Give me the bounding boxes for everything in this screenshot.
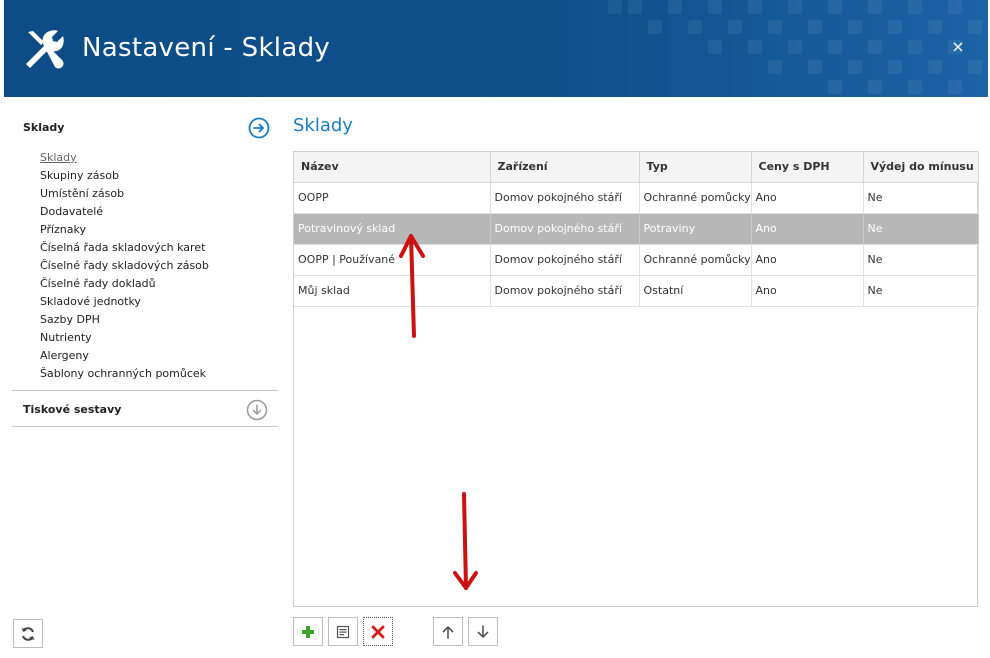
table-cell: Ne <box>863 244 979 276</box>
table-cell: Ne <box>863 182 979 214</box>
sidebar-item-ciselne-rady-zasob[interactable]: Číselné řady skladových zásob <box>40 258 278 276</box>
settings-window: Nastavení - Sklady × Sklady Sklady Skupi… <box>0 0 990 658</box>
sidebar-item-ciselne-rady-dokladu[interactable]: Číselné řady dokladů <box>40 276 278 294</box>
sidebar-items: Sklady Skupiny zásob Umístění zásob Doda… <box>12 146 278 384</box>
warehouses-table: Název Zařízení Typ Ceny s DPH Výdej do m… <box>294 152 979 307</box>
close-icon: × <box>951 37 965 56</box>
close-button[interactable]: × <box>950 39 966 55</box>
column-header-zarizeni[interactable]: Zařízení <box>490 152 640 183</box>
table-header-row: Název Zařízení Typ Ceny s DPH Výdej do m… <box>294 152 979 183</box>
move-up-button[interactable] <box>433 617 463 646</box>
sidebar: Sklady Sklady Skupiny zásob Umístění zás… <box>12 110 278 427</box>
delete-button[interactable] <box>363 617 393 646</box>
sidebar-section-sklady[interactable]: Sklady <box>12 110 278 146</box>
table-row[interactable]: Můj sklad Domov pokojného stáří Ostatní … <box>294 275 979 307</box>
sidebar-item-sklady[interactable]: Sklady <box>40 150 278 168</box>
warehouses-grid: Název Zařízení Typ Ceny s DPH Výdej do m… <box>293 151 979 607</box>
sidebar-item-nutrienty[interactable]: Nutrienty <box>40 330 278 348</box>
column-header-typ[interactable]: Typ <box>639 152 752 183</box>
sidebar-item-ciselna-rada-karet[interactable]: Číselná řada skladových karet <box>40 240 278 258</box>
table-cell: OOPP <box>294 182 491 214</box>
sidebar-section-tiskove-sestavy[interactable]: Tiskové sestavy <box>12 391 278 427</box>
table-cell: Můj sklad <box>294 275 491 307</box>
table-cell: Ne <box>863 275 979 307</box>
table-cell: Ano <box>751 275 864 307</box>
sidebar-item-alergeny[interactable]: Alergeny <box>40 348 278 366</box>
table-cell: Domov pokojného stáří <box>490 275 640 307</box>
table-cell: Ochranné pomůcky <box>639 182 752 214</box>
sidebar-item-skladove-jednotky[interactable]: Skladové jednotky <box>40 294 278 312</box>
table-cell: Domov pokojného stáří <box>490 182 640 214</box>
column-header-nazev[interactable]: Název <box>294 152 491 183</box>
table-row[interactable]: OOPP Domov pokojného stáří Ochranné pomů… <box>294 182 979 214</box>
refresh-button[interactable] <box>13 619 43 648</box>
sidebar-item-umisteni-zasob[interactable]: Umístění zásob <box>40 186 278 204</box>
column-header-vydej-do-minusu[interactable]: Výdej do mínusu <box>863 152 979 183</box>
add-button[interactable] <box>293 617 323 646</box>
table-cell: OOPP | Používané <box>294 244 491 276</box>
sidebar-item-priznaky[interactable]: Příznaky <box>40 222 278 240</box>
column-header-ceny-s-dph[interactable]: Ceny s DPH <box>751 152 864 183</box>
delete-icon <box>371 625 385 638</box>
table-cell: Ochranné pomůcky <box>639 244 752 276</box>
sidebar-item-dodavatele[interactable]: Dodavatelé <box>40 204 278 222</box>
window-title: Nastavení - Sklady <box>82 33 331 63</box>
refresh-icon <box>21 626 35 641</box>
move-down-icon <box>477 624 489 638</box>
add-icon <box>302 625 314 638</box>
sidebar-item-skupiny-zasob[interactable]: Skupiny zásob <box>40 168 278 186</box>
window-header: Nastavení - Sklady × <box>4 0 988 97</box>
arrow-right-circle-icon[interactable] <box>248 117 270 139</box>
move-down-button[interactable] <box>468 617 498 646</box>
table-cell: Ano <box>751 182 864 214</box>
sidebar-section-label: Tiskové sestavy <box>23 403 122 416</box>
table-row[interactable]: OOPP | Používané Domov pokojného stáří O… <box>294 244 979 276</box>
sidebar-item-sablony[interactable]: Šablony ochranných pomůcek <box>40 366 278 384</box>
table-cell: Potraviny <box>639 213 752 245</box>
table-row-selected[interactable]: Potravinový sklad Domov pokojného stáří … <box>294 213 979 245</box>
sidebar-item-sazby-dph[interactable]: Sazby DPH <box>40 312 278 330</box>
table-cell: Domov pokojného stáří <box>490 244 640 276</box>
move-up-icon <box>442 625 454 639</box>
sidebar-section-label: Sklady <box>23 121 65 134</box>
table-cell: Ne <box>863 213 979 245</box>
table-cell: Ano <box>751 213 864 245</box>
table-cell: Ostatní <box>639 275 752 307</box>
arrow-down-circle-icon[interactable] <box>246 399 268 421</box>
table-cell: Potravinový sklad <box>294 213 491 245</box>
edit-button[interactable] <box>328 617 358 646</box>
header-pattern <box>608 0 982 94</box>
edit-icon <box>336 625 350 638</box>
table-cell: Domov pokojného stáří <box>490 213 640 245</box>
page-title: Sklady <box>293 115 353 136</box>
tools-icon <box>26 30 64 69</box>
table-cell: Ano <box>751 244 864 276</box>
